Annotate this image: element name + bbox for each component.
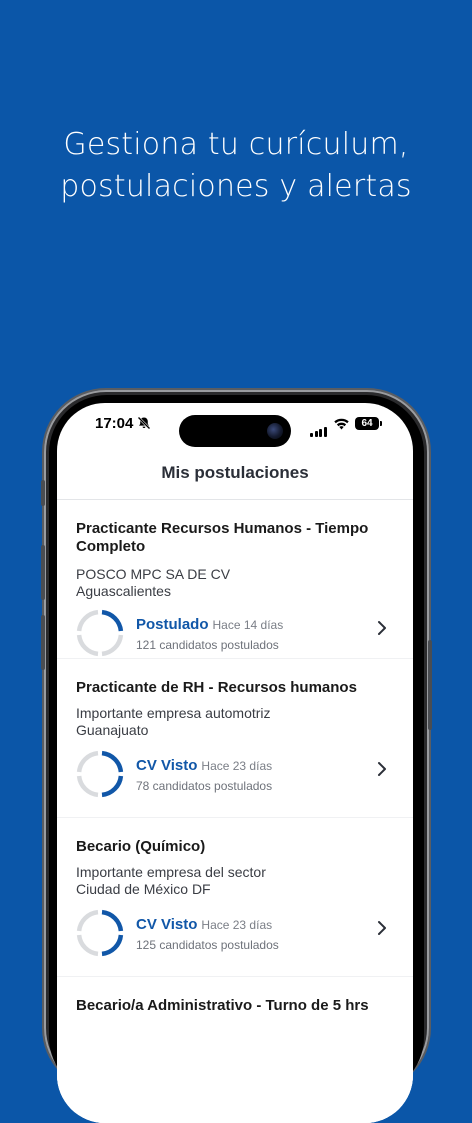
company-name: POSCO MPC SA DE CV — [76, 566, 231, 582]
candidates-count: 125 candidatos postulados — [136, 938, 279, 952]
camera-icon — [267, 423, 283, 439]
candidates-count: 78 candidatos postulados — [136, 779, 273, 793]
dynamic-island — [179, 415, 291, 447]
application-status: Postulado Hace 14 días — [136, 616, 283, 633]
company-name: Importante empresa automotriz — [76, 705, 271, 721]
job-title: Becario (Químico) — [76, 838, 206, 855]
volume-down-button — [41, 615, 45, 670]
headline-line-1: Gestiona tu curículum, — [63, 127, 409, 162]
battery-tip — [380, 421, 382, 426]
progress-ring-icon — [76, 750, 124, 798]
headline: Gestiona tu curículum, postulaciones y a… — [0, 124, 472, 208]
chevron-right-icon[interactable] — [377, 920, 387, 936]
page-title: Mis postulaciones — [161, 463, 309, 482]
battery-icon: 64 — [355, 417, 379, 430]
application-card[interactable]: Practicante de RH - Recursos humanos Imp… — [57, 659, 413, 817]
status-text: Postulado — [136, 616, 209, 633]
status-time: 17:04 — [95, 415, 134, 432]
bell-slash-icon — [137, 416, 151, 430]
job-location: Ciudad de México DF — [76, 881, 211, 897]
chevron-right-icon[interactable] — [377, 620, 387, 636]
job-location: Guanajuato — [76, 722, 149, 738]
phone-screen: 17:04 64 Mis postulaciones Practicante R… — [57, 403, 413, 1123]
volume-up-button — [41, 545, 45, 600]
phone-frame: 17:04 64 Mis postulaciones Practicante R… — [41, 390, 432, 1123]
application-card[interactable]: Becario/a Administrativo - Turno de 5 hr… — [57, 977, 413, 1123]
candidates-count: 121 candidatos postulados — [136, 638, 279, 652]
progress-ring-icon — [76, 909, 124, 957]
job-title: Practicante de RH - Recursos humanos — [76, 679, 357, 696]
job-location: Aguascalientes — [76, 583, 171, 599]
status-bar: 17:04 64 — [57, 403, 413, 447]
status-text: CV Visto — [136, 757, 198, 774]
time-ago: Hace 14 días — [212, 618, 284, 632]
progress-ring-icon — [76, 609, 124, 657]
action-button — [41, 480, 45, 506]
application-card[interactable]: Practicante Recursos Humanos - Tiempo Co… — [57, 500, 413, 658]
time-ago: Hace 23 días — [201, 918, 273, 932]
job-title: Practicante Recursos Humanos - Tiempo Co… — [76, 520, 369, 555]
power-button — [428, 640, 432, 730]
application-status: CV Visto Hace 23 días — [136, 757, 272, 774]
job-title: Becario/a Administrativo - Turno de 5 hr… — [76, 997, 369, 1014]
headline-line-2: postulaciones y alertas — [60, 169, 412, 204]
application-card[interactable]: Becario (Químico) Importante empresa del… — [57, 818, 413, 976]
status-text: CV Visto — [136, 916, 198, 933]
company-name: Importante empresa del sector — [76, 864, 266, 880]
application-status: CV Visto Hace 23 días — [136, 916, 272, 933]
chevron-right-icon[interactable] — [377, 761, 387, 777]
signal-icon — [310, 419, 328, 437]
time-ago: Hace 23 días — [201, 759, 273, 773]
wifi-icon — [334, 418, 349, 430]
applications-list: Practicante Recursos Humanos - Tiempo Co… — [57, 499, 413, 1123]
